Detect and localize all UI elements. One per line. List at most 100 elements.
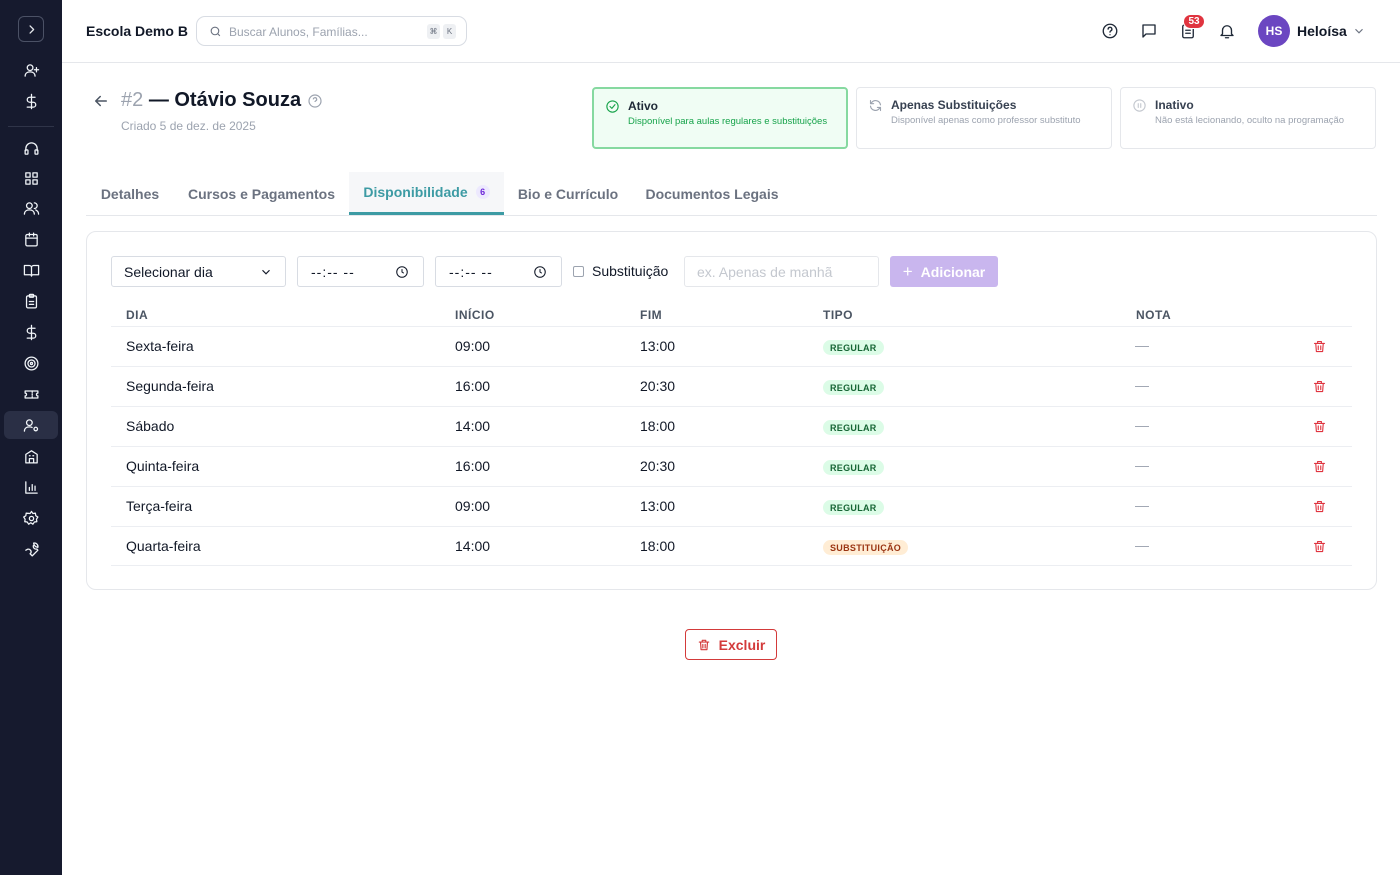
grid-icon	[24, 171, 38, 185]
status-title: Inativo	[1155, 98, 1194, 112]
tab-bio-cv[interactable]: Bio e Currículo	[506, 172, 630, 215]
school-name[interactable]: Escola Demo B	[86, 23, 188, 39]
sidebar-item-billing[interactable]	[4, 87, 58, 115]
sidebar-item-courses[interactable]	[4, 256, 58, 284]
user-name[interactable]: Heloísa	[1297, 23, 1347, 39]
sidebar-item-finance[interactable]	[4, 318, 58, 346]
sidebar-item-attendance[interactable]	[4, 287, 58, 315]
start-time-input[interactable]: --:-- --	[297, 256, 424, 287]
sidebar-item-students[interactable]	[4, 194, 58, 222]
shortcut-key-cmd: ⌘	[427, 24, 440, 39]
column-header-end: FIM	[640, 308, 663, 322]
cell-start: 14:00	[455, 418, 491, 434]
sidebar-item-events[interactable]	[4, 380, 58, 408]
cell-day: Sábado	[126, 418, 175, 434]
substitution-checkbox[interactable]	[573, 266, 584, 277]
teacher-name: Otávio Souza	[174, 89, 302, 111]
table-row: Quarta-feira 14:00 18:00 SUBSTITUIÇÃO —	[111, 526, 1352, 566]
help-circle-icon[interactable]	[307, 93, 323, 109]
sidebar-item-tools[interactable]	[4, 535, 58, 563]
type-badge: REGULAR	[823, 500, 884, 515]
status-option-active[interactable]: Ativo Disponível para aulas regulares e …	[592, 87, 848, 149]
help-circle-icon	[1102, 23, 1118, 39]
sidebar-item-teachers[interactable]	[4, 411, 58, 439]
clock-icon	[396, 266, 408, 278]
sidebar-expand-button[interactable]	[18, 16, 44, 42]
back-arrow-icon[interactable]	[92, 92, 110, 110]
sidebar-item-dashboard[interactable]	[4, 164, 58, 192]
headset-icon	[23, 141, 39, 155]
trash-icon[interactable]	[1312, 379, 1327, 394]
sidebar-divider	[8, 126, 54, 127]
building-icon	[24, 449, 38, 464]
cell-day: Sexta-feira	[126, 338, 194, 354]
sidebar-item-settings[interactable]	[4, 504, 58, 532]
search-box[interactable]: ⌘ K	[196, 16, 467, 46]
cell-end: 18:00	[640, 538, 676, 554]
chevron-down-icon[interactable]	[1352, 24, 1366, 38]
pause-circle-icon	[1133, 99, 1146, 112]
bar-chart-icon	[24, 480, 38, 494]
tab-label: Bio e Currículo	[517, 185, 619, 202]
status-option-inactive[interactable]: Inativo Não está lecionando, oculto na p…	[1120, 87, 1376, 149]
avatar[interactable]: HS	[1258, 15, 1290, 47]
cell-start: 09:00	[455, 498, 491, 514]
trash-icon[interactable]	[1312, 459, 1327, 474]
status-title: Apenas Substituições	[891, 98, 1017, 112]
sidebar-item-enrollment[interactable]	[4, 56, 58, 84]
message-square-icon	[1142, 24, 1156, 38]
cell-end: 18:00	[640, 418, 676, 434]
ticket-icon	[23, 389, 39, 399]
trash-icon[interactable]	[1312, 419, 1327, 434]
teacher-number: #2	[121, 89, 144, 111]
bell-icon	[1220, 25, 1234, 39]
note-input[interactable]	[684, 256, 879, 287]
trash-icon[interactable]	[1312, 539, 1327, 554]
tab-details[interactable]: Detalhes	[86, 172, 174, 215]
tab-availability[interactable]: Disponibilidade 6	[349, 172, 504, 215]
check-circle-icon	[606, 100, 619, 113]
title-separator: —	[148, 89, 169, 111]
column-header-type: TIPO	[823, 308, 854, 322]
sidebar-item-support[interactable]	[4, 134, 58, 162]
substitution-label[interactable]: Substituição	[592, 263, 668, 279]
topbar: Escola Demo B ⌘ K 53 HS Heloísa	[62, 0, 1400, 63]
created-date: Criado 5 de dez. de 2025	[121, 119, 256, 133]
shortcut-key-k: K	[443, 24, 456, 39]
cell-note: —	[1135, 417, 1149, 433]
tasks-count-badge: 53	[1183, 14, 1205, 29]
cell-end: 20:30	[640, 378, 676, 394]
notifications-button[interactable]	[1216, 20, 1238, 42]
cell-start: 14:00	[455, 538, 491, 554]
search-icon	[210, 26, 221, 37]
cell-start: 09:00	[455, 338, 491, 354]
chevron-down-icon	[262, 269, 270, 275]
tab-label: Cursos e Pagamentos	[187, 185, 336, 202]
column-header-start: INÍCIO	[455, 308, 495, 322]
sidebar-item-reports[interactable]	[4, 473, 58, 501]
dollar-icon	[26, 93, 36, 109]
cell-day: Quinta-feira	[126, 458, 200, 474]
trash-icon	[698, 639, 709, 650]
type-badge: REGULAR	[823, 380, 884, 395]
day-select[interactable]: Selecionar dia	[111, 256, 286, 287]
messages-button[interactable]	[1138, 20, 1160, 42]
tab-legal-documents[interactable]: Documentos Legais	[632, 172, 792, 215]
trash-icon[interactable]	[1312, 499, 1327, 514]
status-description: Disponível para aulas regulares e substi…	[628, 116, 828, 127]
end-time-input[interactable]: --:-- --	[435, 256, 562, 287]
tab-courses-payments[interactable]: Cursos e Pagamentos	[176, 172, 347, 215]
status-description: Não está lecionando, oculto na programaç…	[1155, 115, 1345, 126]
cell-note: —	[1135, 537, 1149, 553]
sidebar-item-calendar[interactable]	[4, 225, 58, 253]
delete-teacher-button[interactable]: Excluir	[685, 629, 777, 660]
gear-icon	[22, 510, 39, 525]
add-availability-button[interactable]: + Adicionar	[890, 256, 998, 287]
trash-icon[interactable]	[1312, 339, 1327, 354]
help-button[interactable]	[1099, 20, 1121, 42]
sidebar-item-rooms[interactable]	[4, 442, 58, 470]
status-option-substitute-only[interactable]: Apenas Substituições Disponível apenas c…	[856, 87, 1112, 149]
type-badge: REGULAR	[823, 460, 884, 475]
search-input[interactable]	[229, 23, 419, 40]
sidebar-item-goals[interactable]	[4, 349, 58, 377]
